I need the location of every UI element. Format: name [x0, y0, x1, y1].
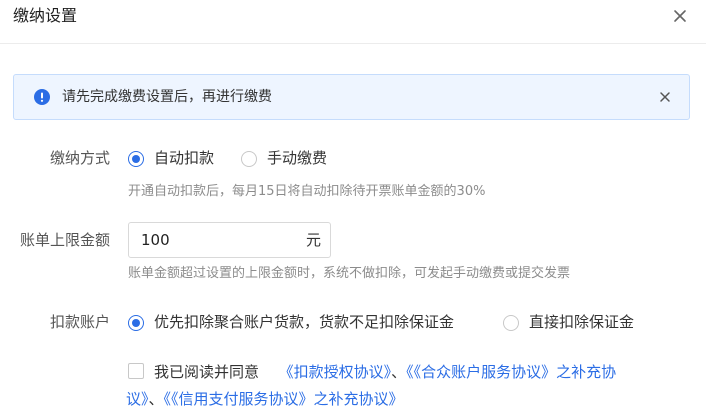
radio-aggregate-first-label[interactable]: 优先扣除聚合账户货款，货款不足扣除保证金: [154, 311, 454, 333]
radio-deposit-direct[interactable]: [503, 315, 519, 331]
agreement-line-2: 议》、《《信用支付服务协议》之补充协议》: [126, 388, 404, 410]
agreement-separator: 、: [148, 390, 164, 408]
payment-method-label: 缴纳方式: [49, 149, 110, 167]
link-credit-payment-supplement[interactable]: 《《信用支付服务协议》之补充协议》: [164, 390, 404, 408]
alert-message: 请先完成缴费设置后，再进行缴费: [62, 89, 272, 105]
dialog-close-button[interactable]: [670, 6, 690, 26]
close-icon: [660, 92, 670, 102]
bill-limit-input[interactable]: [141, 230, 291, 250]
radio-manual-pay-label[interactable]: 手动缴费: [267, 147, 327, 169]
link-account-service-supplement[interactable]: 《《合众账户服务协议》之补充协: [406, 363, 616, 381]
radio-auto-deduct-label[interactable]: 自动扣款: [154, 147, 214, 169]
agreement-line: 我已阅读并同意 《扣款授权协议》、《《合众账户服务协议》之补充协: [154, 361, 616, 383]
header-divider: [0, 43, 706, 44]
agreement-prefix: 我已阅读并同意: [154, 363, 260, 381]
bill-limit-field[interactable]: 元: [128, 222, 331, 258]
dialog-title: 缴纳设置: [13, 6, 78, 25]
bill-limit-unit: 元: [306, 231, 322, 249]
deduct-account-label: 扣款账户: [49, 313, 110, 331]
info-alert: 请先完成缴费设置后，再进行缴费: [13, 74, 690, 120]
radio-auto-deduct[interactable]: [128, 151, 144, 167]
info-circle-icon: [34, 89, 50, 105]
bill-limit-hint: 账单金额超过设置的上限金额时，系统不做扣除，可发起手动缴费或提交发票: [128, 266, 571, 281]
link-deduct-authorization[interactable]: 《扣款授权协议》: [279, 363, 392, 381]
radio-aggregate-first[interactable]: [128, 315, 144, 331]
radio-manual-pay[interactable]: [241, 151, 257, 167]
agreement-separator: 、: [391, 363, 407, 381]
payment-method-hint: 开通自动扣款后，每月15日将自动扣除待开票账单金额的30%: [128, 184, 486, 199]
link-account-service-supplement-cont[interactable]: 议》: [126, 390, 149, 408]
agreement-checkbox[interactable]: [128, 363, 144, 379]
alert-close-button[interactable]: [657, 89, 673, 105]
bill-limit-label: 账单上限金额: [19, 231, 110, 249]
radio-deposit-direct-label[interactable]: 直接扣除保证金: [529, 311, 634, 333]
close-icon: [674, 10, 686, 22]
